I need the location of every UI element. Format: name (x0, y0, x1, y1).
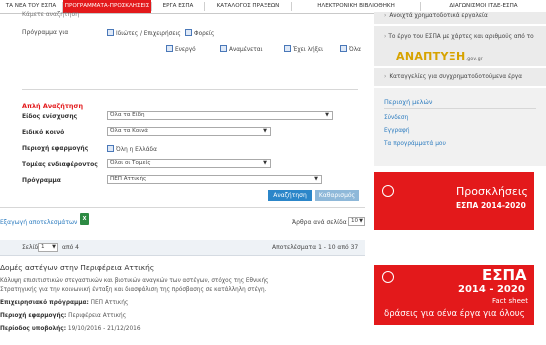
factsheet-subtitle: Fact sheet (492, 297, 528, 305)
support-type-value: Όλα τα Είδη (110, 112, 145, 118)
sidebar-project-map-box[interactable]: › Το έργο του ΕΣΠΑ με χάρτες και αριθμούς… (374, 26, 546, 66)
checkbox-active[interactable]: Ενεργό (166, 45, 196, 53)
anaptyxi-suffix: .gov.gr (465, 57, 484, 62)
chevron-right-icon: › (384, 13, 387, 19)
special-scope-label: Ειδικό κοινό (22, 129, 65, 136)
chevron-down-icon: ▼ (314, 176, 318, 182)
page-value: 1 (41, 244, 45, 250)
of-pages-text: από 4 (62, 244, 79, 251)
result-op: Επιχειρησιακό πρόγραμμα: ΠΕΠ Αττικής (0, 300, 128, 306)
factsheet-tagline: δράσεις για οένα έργα για όλους (384, 309, 525, 319)
result-area-value: Περιφέρεια Αττικής (68, 313, 127, 319)
special-scope-value: Όλα τα Κοινά (110, 128, 148, 134)
search-cut-text: Κάμετε αναζήτηση (22, 11, 80, 18)
espa-logo-icon (382, 270, 408, 286)
project-map-text: › Το έργο του ΕΣΠΑ με χάρτες και αριθμούς… (384, 33, 542, 41)
espa-logo-icon (382, 184, 408, 200)
members-area-box: Περιοχή μελών Σύνδεση Εγγραφή Τα προγράμ… (374, 88, 546, 166)
checkbox-expired[interactable]: Έχει λήξει (284, 45, 323, 53)
checkbox-expected[interactable]: Αναμένεται (220, 45, 263, 53)
program-select[interactable]: ΠΕΠ Αττικής ▼ (107, 175, 322, 184)
sectors-value: Όλοι οι Τομείς (110, 160, 151, 166)
result-op-label: Επιχειρησιακό πρόγραμμα: (0, 300, 89, 306)
chevron-down-icon: ▼ (359, 218, 363, 224)
special-scope-select[interactable]: Όλα τα Κοινά ▼ (107, 127, 271, 136)
result-description: Κάλυψη επισιτιστικών στεγαστικών και βιο… (0, 278, 269, 293)
results-count: Αποτελέσματα 1 - 10 από 37 (272, 244, 359, 251)
checkbox-all-greece[interactable]: Όλη η Ελλάδα (107, 145, 157, 153)
main-content: Κάμετε αναζήτηση Πρόγραμμα για Ιδιώτες /… (0, 11, 365, 345)
checkbox-all[interactable]: Όλα (340, 45, 361, 53)
members-area-title: Περιοχή μελών (384, 98, 433, 106)
excel-icon[interactable]: X (80, 213, 89, 225)
nav-item-projects[interactable]: ΕΡΓΑ ΕΣΠΑ (152, 0, 204, 13)
result-title[interactable]: Δομές αστέγων στην Περιφέρεια Αττικής (0, 263, 154, 272)
nav-item-actions-catalog[interactable]: ΚΑΤΑΛΟΓΟΣ ΠΡΑΞΕΩΝ (205, 0, 291, 13)
support-type-select[interactable]: Όλα τα Είδη ▼ (107, 111, 333, 120)
search-button[interactable]: Αναζήτηση (268, 190, 312, 201)
register-link[interactable]: Εγγραφή (384, 128, 410, 134)
result-period: Περίοδος υποβολής: 19/10/2016 - 21/12/20… (0, 326, 141, 332)
my-programs-link[interactable]: Τα προγράμματά μου (384, 141, 446, 147)
pagination-bar: Σελίδα 1 ▼ από 4 Αποτελέσματα 1 - 10 από… (0, 240, 365, 256)
anaptyxi-logo[interactable]: ΑΝΑΠΤΥΞΗ.gov.gr (396, 50, 483, 63)
chevron-down-icon: ▼ (325, 112, 329, 118)
login-link[interactable]: Σύνδεση (384, 115, 408, 121)
project-map-text-value: Το έργο του ΕΣΠΑ με χάρτες και αριθμούς … (388, 34, 534, 40)
chevron-right-icon: › (384, 34, 387, 40)
calls-banner-title: Προσκλήσεις (456, 185, 529, 198)
sectors-select[interactable]: Όλοι οι Τομείς ▼ (107, 159, 271, 168)
checkbox-bodies[interactable]: Φορείς (185, 29, 214, 37)
checkbox-individuals[interactable]: Ιδιώτες / Επιχειρήσεις (107, 29, 181, 37)
program-label: Πρόγραμμα (22, 177, 61, 184)
page-select[interactable]: 1 ▼ (38, 243, 58, 252)
sidebar-top-box: › Ανοιχτά χρηματοδοτικά εργαλεία (374, 12, 546, 24)
complaints-text: Καταγγελίες για συγχρηματοδοτούμενα έργα (389, 74, 523, 80)
calls-banner-subtitle: ΕΣΠΑ 2014-2020 (456, 201, 526, 210)
result-period-label: Περίοδος υποβολής: (0, 326, 67, 332)
factsheet-years: 2014 - 2020 (458, 284, 525, 295)
sectors-label: Τομέας ενδιαφέροντος (22, 161, 98, 168)
application-area-label: Περιοχή εφαρμογής (22, 145, 89, 152)
factsheet-banner[interactable]: ΕΣΠΑ 2014 - 2020 Fact sheet δράσεις για … (374, 265, 534, 325)
export-results-link[interactable]: Εξαγωγή αποτελεσμάτων (0, 219, 77, 226)
result-period-value: 19/10/2016 - 21/12/2016 (67, 326, 141, 332)
complaints-link[interactable]: › Καταγγελίες για συγχρηματοδοτούμενα έργ… (384, 74, 522, 80)
program-value: ΠΕΠ Αττικής (110, 176, 147, 182)
sidebar-complaints-box[interactable]: › Καταγγελίες για συγχρηματοδοτούμενα έργ… (374, 68, 546, 86)
factsheet-espa-text: ΕΣΠΑ (482, 266, 527, 284)
divider (22, 89, 358, 90)
chevron-down-icon: ▼ (263, 160, 267, 166)
chevron-right-icon: › (384, 74, 387, 80)
clear-button[interactable]: Καθαρισμός (315, 190, 359, 201)
result-op-value: ΠΕΠ Αττικής (90, 300, 129, 306)
divider (0, 207, 365, 208)
sidebar-top-text: Ανοιχτά χρηματοδοτικά εργαλεία (389, 13, 488, 19)
per-page-value: 10 (351, 218, 359, 224)
result-area: Περιοχή εφαρμογής: Περιφέρεια Αττικής (0, 313, 126, 319)
anaptyxi-logo-text: ΑΝΑΠΤΥΞΗ (396, 50, 466, 63)
support-type-label: Είδος ενίσχυσης (22, 113, 78, 120)
divider (384, 108, 536, 109)
calls-banner[interactable]: Προσκλήσεις ΕΣΠΑ 2014-2020 (374, 172, 534, 230)
chevron-down-icon: ▼ (263, 128, 267, 134)
per-page-label: Άρθρα ανά σελίδα (292, 219, 347, 226)
per-page-select[interactable]: 10 ▼ (348, 217, 365, 226)
simple-search-title: Απλή Αναζήτηση (22, 102, 83, 110)
sidebar: › Ανοιχτά χρηματοδοτικά εργαλεία › Το έργο… (374, 12, 546, 345)
sidebar-top-link[interactable]: › Ανοιχτά χρηματοδοτικά εργαλεία (384, 13, 488, 19)
result-area-label: Περιοχή εφαρμογής: (0, 313, 67, 319)
chevron-down-icon: ▼ (52, 244, 56, 250)
programs-for-label: Πρόγραμμα για (22, 29, 69, 36)
